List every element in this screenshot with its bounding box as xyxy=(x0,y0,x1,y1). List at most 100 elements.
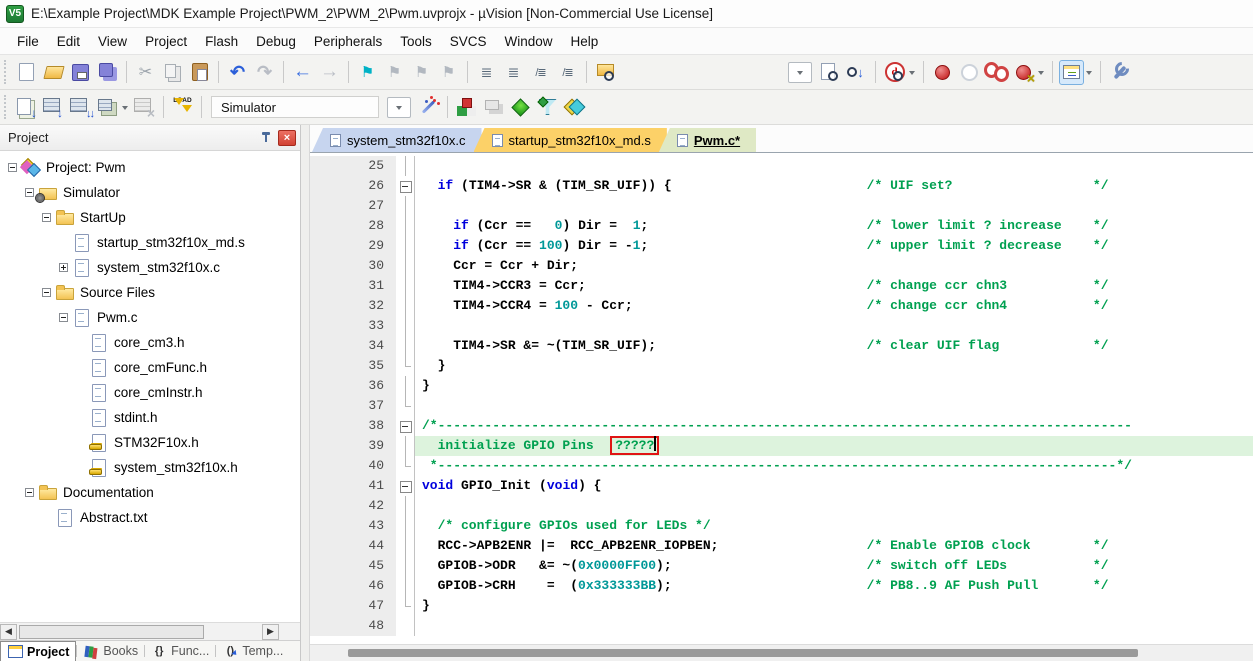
unindent-icon[interactable]: ≣ xyxy=(501,60,526,85)
toggle-bookmark-icon[interactable]: ⚑ xyxy=(355,60,380,85)
menu-svcs[interactable]: SVCS xyxy=(441,30,496,53)
panel-splitter[interactable] xyxy=(301,125,310,661)
collapse-icon[interactable] xyxy=(25,488,34,497)
code-line-27[interactable]: 27 xyxy=(310,196,1253,216)
workspace-tab-func[interactable]: {}Func... xyxy=(145,641,215,661)
tree-item-project-pwm[interactable]: Project: Pwm xyxy=(0,155,300,180)
code-line-31[interactable]: 31 TIM4->CCR3 = Ccr;/* change ccr chn3 *… xyxy=(310,276,1253,296)
find-in-files-folder-icon[interactable] xyxy=(593,60,618,85)
workspace-tab-books[interactable]: Books xyxy=(77,641,144,661)
editor-tab-pwm-c[interactable]: Pwm.c* xyxy=(659,128,756,152)
close-icon[interactable]: × xyxy=(278,130,296,146)
tree-item-stdint-h[interactable]: stdint.h xyxy=(0,405,300,430)
fold-collapse-icon[interactable] xyxy=(396,476,415,496)
redo-icon[interactable]: ↷ xyxy=(252,60,277,85)
tree-item-pwm-c[interactable]: Pwm.c xyxy=(0,305,300,330)
pin-icon[interactable] xyxy=(257,129,275,147)
open-file-icon[interactable] xyxy=(41,60,66,85)
tree-item-startup[interactable]: StartUp xyxy=(0,205,300,230)
scroll-left-icon[interactable]: ◀ xyxy=(0,624,17,640)
disable-all-breakpoints-icon[interactable] xyxy=(984,60,1009,85)
tree-item-simulator[interactable]: Simulator xyxy=(0,180,300,205)
menu-project[interactable]: Project xyxy=(136,30,196,53)
expand-icon[interactable] xyxy=(59,263,68,272)
target-select[interactable]: Simulator xyxy=(211,96,379,118)
code-line-40[interactable]: 40 *------------------------------------… xyxy=(310,456,1253,476)
menu-peripherals[interactable]: Peripherals xyxy=(305,30,391,53)
previous-bookmark-icon[interactable]: ⚑ xyxy=(382,60,407,85)
quick-find-icon[interactable] xyxy=(882,60,907,85)
collapse-icon[interactable] xyxy=(8,163,17,172)
menu-flash[interactable]: Flash xyxy=(196,30,247,53)
code-line-29[interactable]: 29 if (Ccr == 100) Dir = -1;/* upper lim… xyxy=(310,236,1253,256)
collapse-icon[interactable] xyxy=(59,313,68,322)
configure-tools-icon[interactable] xyxy=(1107,60,1132,85)
menu-window[interactable]: Window xyxy=(495,30,561,53)
tree-item-startup-stm32f10x-md-s[interactable]: startup_stm32f10x_md.s xyxy=(0,230,300,255)
options-for-target-icon[interactable] xyxy=(416,95,441,120)
copy-icon[interactable] xyxy=(160,60,185,85)
save-icon[interactable] xyxy=(68,60,93,85)
chevron-down-icon[interactable] xyxy=(1086,71,1092,78)
code-line-34[interactable]: 34 TIM4->SR &= ~(TIM_SR_UIF);/* clear UI… xyxy=(310,336,1253,356)
collapse-icon[interactable] xyxy=(25,188,34,197)
code-line-36[interactable]: 36} xyxy=(310,376,1253,396)
editor-hscrollbar[interactable] xyxy=(310,644,1253,661)
editor-tab-startup-stm32f10x-md-s[interactable]: startup_stm32f10x_md.s xyxy=(474,128,667,152)
debug-windows-layout-icon[interactable] xyxy=(1059,60,1084,85)
undo-icon[interactable]: ↶ xyxy=(225,60,250,85)
manage-project-items-icon[interactable] xyxy=(454,95,479,120)
editor-tab-system-stm32f10x-c[interactable]: system_stm32f10x.c xyxy=(312,128,482,152)
select-software-packs-icon[interactable] xyxy=(535,95,560,120)
chevron-down-icon[interactable] xyxy=(909,71,915,78)
comment-selection-icon[interactable]: /≣ xyxy=(528,60,553,85)
rebuild-all-icon[interactable] xyxy=(68,95,93,120)
manage-run-time-environment-icon[interactable] xyxy=(508,95,533,120)
menu-debug[interactable]: Debug xyxy=(247,30,305,53)
target-dropdown[interactable] xyxy=(387,97,411,118)
code-line-46[interactable]: 46 GPIOB->CRH = (0x333333BB);/* PB8..9 A… xyxy=(310,576,1253,596)
fold-collapse-icon[interactable] xyxy=(396,176,415,196)
code-line-44[interactable]: 44 RCC->APB2ENR |= RCC_APB2ENR_IOPBEN;/*… xyxy=(310,536,1253,556)
tree-item-abstract-txt[interactable]: Abstract.txt xyxy=(0,505,300,530)
tree-item-system-stm32f10x-h[interactable]: system_stm32f10x.h xyxy=(0,455,300,480)
editor-hscroll-thumb[interactable] xyxy=(348,649,1138,657)
stop-build-icon[interactable] xyxy=(132,95,157,120)
code-line-32[interactable]: 32 TIM4->CCR4 = 100 - Ccr;/* change ccr … xyxy=(310,296,1253,316)
menu-file[interactable]: File xyxy=(8,30,48,53)
clear-all-bookmarks-icon[interactable]: ⚑ xyxy=(436,60,461,85)
tree-item-core-cm3-h[interactable]: core_cm3.h xyxy=(0,330,300,355)
code-line-38[interactable]: 38/*------------------------------------… xyxy=(310,416,1253,436)
scroll-right-icon[interactable]: ▶ xyxy=(262,624,279,640)
save-all-icon[interactable] xyxy=(95,60,120,85)
cut-icon[interactable]: ✂ xyxy=(133,60,158,85)
code-line-42[interactable]: 42 xyxy=(310,496,1253,516)
workspace-tab-temp[interactable]: ()Temp... xyxy=(216,641,289,661)
menu-edit[interactable]: Edit xyxy=(48,30,89,53)
tree-item-core-cmfunc-h[interactable]: core_cmFunc.h xyxy=(0,355,300,380)
chevron-down-icon[interactable] xyxy=(1038,71,1044,78)
collapse-icon[interactable] xyxy=(42,288,51,297)
indent-icon[interactable]: ≣ xyxy=(474,60,499,85)
chevron-down-icon[interactable] xyxy=(122,106,128,113)
insert-remove-breakpoint-icon[interactable] xyxy=(930,60,955,85)
paste-icon[interactable] xyxy=(187,60,212,85)
navigate-back-icon[interactable]: ← xyxy=(290,60,315,85)
incremental-find-icon[interactable]: ↓ xyxy=(844,60,869,85)
code-line-45[interactable]: 45 GPIOB->ODR &= ~(0x0000FF00);/* switch… xyxy=(310,556,1253,576)
tree-item-core-cminstr-h[interactable]: core_cmInstr.h xyxy=(0,380,300,405)
navigate-forward-icon[interactable]: → xyxy=(317,60,342,85)
collapse-icon[interactable] xyxy=(42,213,51,222)
code-line-35[interactable]: 35 } xyxy=(310,356,1253,376)
multi-project-workspace-icon[interactable] xyxy=(481,95,506,120)
download-to-flash-icon[interactable]: LOAD xyxy=(170,95,195,120)
tree-item-system-stm32f10x-c[interactable]: system_stm32f10x.c xyxy=(0,255,300,280)
kill-all-breakpoints-icon[interactable] xyxy=(1011,60,1036,85)
code-line-30[interactable]: 30 Ccr = Ccr + Dir; xyxy=(310,256,1253,276)
enable-disable-breakpoint-icon[interactable] xyxy=(957,60,982,85)
batch-build-icon[interactable] xyxy=(95,95,120,120)
code-line-39[interactable]: 39 initialize GPIO Pins ????? xyxy=(310,436,1253,456)
code-line-33[interactable]: 33 xyxy=(310,316,1253,336)
code-line-41[interactable]: 41void GPIO_Init (void) { xyxy=(310,476,1253,496)
find-text-combo[interactable] xyxy=(788,62,812,83)
